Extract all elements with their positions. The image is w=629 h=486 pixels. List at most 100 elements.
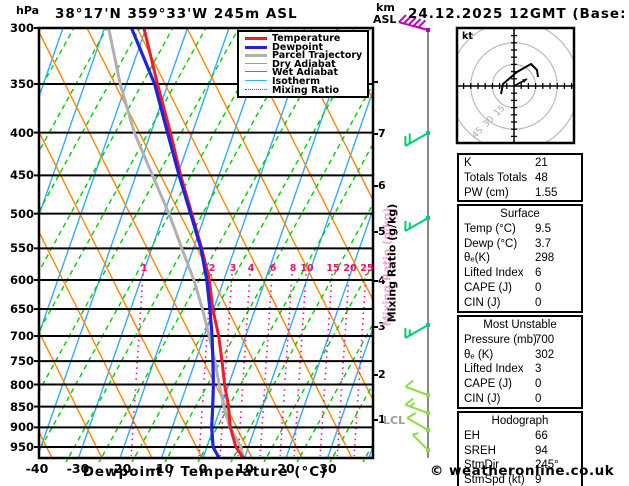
wind-barb-tick	[406, 412, 417, 419]
stat-row: Lifted Index 6	[459, 266, 581, 281]
wind-barb-half-tick	[409, 401, 416, 408]
wind-barb-shaft	[405, 385, 429, 396]
wind-barb-tick	[404, 379, 414, 388]
temperature-curve	[142, 29, 245, 459]
stat-value: 0	[535, 296, 542, 309]
legend: Temperature Dewpoint Parcel Trajectory Dry …	[237, 30, 369, 98]
stat-row: CAPE (J) 0	[459, 377, 581, 392]
mixing-ratio-value-label: 15	[326, 263, 340, 274]
stat-group: Most Unstable Pressure (mb) 700 θₑ (K) 302 Li…	[457, 315, 583, 409]
wind-barb-shaft	[405, 403, 429, 414]
legend-item-label: Mixing Ratio	[272, 84, 340, 96]
stat-value: 0	[535, 281, 542, 294]
mixing-ratio-lines	[130, 273, 367, 457]
stat-group-title: Hodograph	[491, 415, 549, 427]
x-axis-title: Dewpoint / Temperature (°C)	[82, 464, 328, 480]
pressure-tick-label: 500	[9, 207, 34, 221]
km-tick-label: 2	[378, 368, 386, 381]
temperature-line	[142, 29, 245, 459]
pressure-tick-label: 700	[9, 329, 34, 343]
footer-credit: © weatheronline.co.uk	[429, 463, 615, 479]
stat-label: Pressure (mb)	[464, 333, 537, 346]
stat-row: SREH 94	[459, 444, 581, 459]
pressure-tick-label: 300	[9, 21, 34, 35]
stat-label: CAPE (J)	[464, 378, 512, 391]
stat-label: Totals Totals	[464, 171, 528, 184]
stat-label: PW (cm)	[464, 186, 509, 199]
pressure-tick-label: 350	[9, 77, 34, 91]
pressure-tick-label: 950	[9, 440, 34, 454]
pressure-tick-label: 650	[9, 302, 34, 316]
mixing-ratio-line	[237, 273, 251, 457]
stat-row: CIN (J) 0	[459, 296, 581, 311]
km-tick-label: 6	[378, 179, 386, 192]
mixing-ratio-value-label: 1	[140, 263, 148, 274]
stat-value: 48	[535, 171, 548, 184]
mixing-ratio-line	[279, 273, 293, 457]
stat-row: CIN (J) 0	[459, 392, 581, 407]
mixing-ratio-value-label: 6	[269, 263, 277, 274]
km-tick-label: 7	[378, 127, 386, 140]
mixing-ratio-value-label: 8	[289, 263, 297, 274]
mixing-ratio-line	[259, 273, 273, 457]
wind-barb	[404, 323, 430, 339]
wind-barb	[404, 379, 430, 397]
stat-label: CAPE (J)	[464, 281, 512, 294]
altitude-unit-asl: ASL	[373, 13, 397, 26]
lcl-label: LCL	[383, 414, 406, 427]
wind-barb	[404, 216, 430, 232]
isotherm-line	[40, 29, 188, 452]
stat-label: Lifted Index	[464, 363, 524, 376]
stat-row: CAPE (J) 0	[459, 281, 581, 296]
stat-value: 3	[535, 363, 542, 376]
stat-row: Totals Totals 48	[459, 171, 581, 186]
stat-row: θₑ(K) 298	[459, 251, 581, 266]
stat-label: CIN (J)	[464, 296, 501, 309]
stat-row: Pressure (mb) 700	[459, 333, 581, 348]
wind-barb-half-tick	[412, 432, 419, 436]
stat-row: K 21	[459, 156, 581, 171]
stat-value: 94	[535, 444, 548, 457]
stat-value: 0	[535, 392, 542, 405]
wind-barb-column	[398, 14, 430, 458]
stat-value: 66	[535, 429, 548, 442]
stat-value: 298	[535, 252, 555, 265]
pressure-tick-label: 750	[9, 354, 34, 368]
wind-barb-shaft	[411, 433, 429, 451]
mixing-ratio-value-label: 25	[360, 263, 374, 274]
mixing-ratio-value-label: 4	[247, 263, 255, 274]
parcel-trajectory-line	[107, 29, 245, 459]
stat-value: 3.7	[535, 237, 551, 250]
mixing-ratio-value-label: 20	[343, 263, 357, 274]
stat-label: EH	[464, 429, 480, 442]
pressure-unit-label: hPa	[16, 4, 40, 17]
hodograph-ring-label: 45	[470, 126, 485, 141]
mixing-ratio-value-label: 3	[229, 263, 237, 274]
pressure-tick-label: 550	[9, 241, 34, 255]
dry-adiabat-legend-swatch	[245, 62, 267, 64]
temperature-legend-swatch	[245, 37, 267, 40]
wind-barb-shaft	[406, 417, 429, 431]
mixing-ratio-line	[319, 273, 333, 457]
km-tick-label: 4	[378, 274, 386, 287]
mixing-ratio-legend-swatch	[245, 88, 267, 90]
stat-value: 6	[535, 267, 542, 280]
hodograph-trace	[500, 63, 539, 95]
x-tick-label: -40	[25, 461, 49, 476]
page-title: 38°17'N 359°33'W 245m ASL	[55, 6, 298, 22]
stat-label: Temp (°C)	[464, 222, 516, 235]
parcel-trajectory-curve	[107, 29, 245, 459]
stat-label: θₑ(K)	[464, 252, 490, 265]
mixing-ratio-axis-label: Mixing Ratio (g/kg)	[385, 203, 399, 323]
stat-row: θₑ (K) 302	[459, 348, 581, 363]
pressure-tick-label: 400	[9, 126, 34, 140]
wet-adiabat-legend-swatch	[245, 71, 267, 73]
hodograph-unit-label: kt	[462, 31, 473, 42]
mixing-ratio-line	[336, 273, 350, 457]
stat-group-title: Surface	[500, 208, 540, 220]
stat-label: SREH	[464, 444, 496, 457]
stat-label: CIN (J)	[464, 392, 501, 405]
stat-label: Lifted Index	[464, 267, 524, 280]
legend-item: Mixing Ratio	[239, 84, 367, 96]
stat-label: Dewp (°C)	[464, 237, 518, 250]
